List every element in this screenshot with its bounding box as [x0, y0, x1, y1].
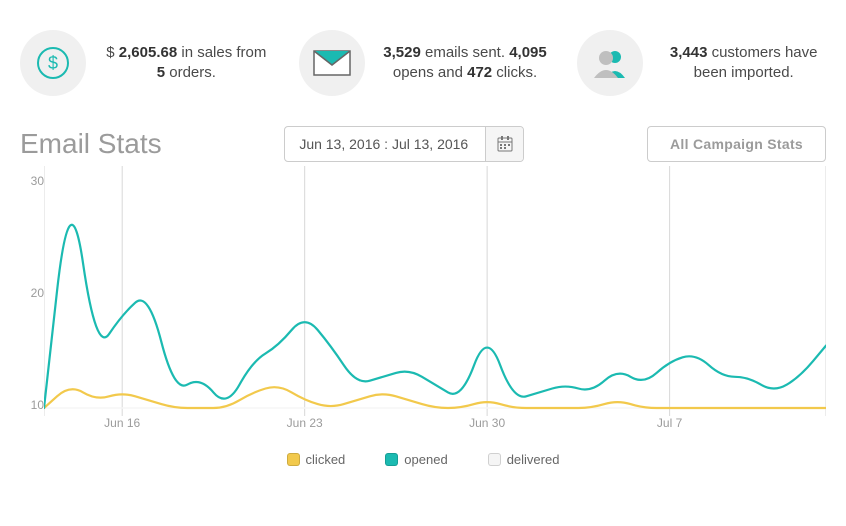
legend-clicked: clicked: [287, 452, 346, 467]
calendar-icon[interactable]: [485, 127, 523, 161]
envelope-icon: [299, 30, 365, 96]
y-axis-labels: 30 20 10: [20, 174, 44, 412]
x-axis-labels: Jun 16Jun 23Jun 30Jul 7: [44, 416, 826, 434]
users-icon: [577, 30, 643, 96]
sales-amount: 2,605.68: [119, 44, 177, 61]
summary-stats: $ $ 2,605.68 in sales from 5 orders. 3,5…: [20, 20, 826, 126]
page-title: Email Stats: [20, 128, 162, 160]
chart-legend: clicked opened delivered: [20, 446, 826, 467]
legend-opened: opened: [385, 452, 447, 467]
svg-text:$: $: [48, 53, 58, 73]
customers-imported: 3,443: [670, 44, 708, 61]
stat-emails: 3,529 emails sent. 4,095 opens and 472 c…: [299, 30, 548, 96]
date-range-picker[interactable]: Jun 13, 2016 : Jul 13, 2016: [284, 126, 524, 162]
emails-sent: 3,529: [383, 44, 421, 61]
date-range-text[interactable]: Jun 13, 2016 : Jul 13, 2016: [285, 127, 485, 161]
all-campaign-stats-button[interactable]: All Campaign Stats: [647, 126, 826, 162]
sales-orders: 5: [157, 64, 165, 81]
stat-customers: 3,443 customers have been imported.: [577, 30, 826, 96]
stat-emails-text: 3,529 emails sent. 4,095 opens and 472 c…: [383, 43, 548, 84]
chart-plot-area: [44, 166, 826, 416]
email-stats-chart: 30 20 10 Jun 16Jun 23Jun 30Jul 7: [20, 166, 826, 446]
stat-sales: $ $ 2,605.68 in sales from 5 orders.: [20, 30, 269, 96]
stat-customers-text: 3,443 customers have been imported.: [661, 43, 826, 84]
emails-clicks: 472: [467, 64, 492, 81]
emails-opens: 4,095: [509, 44, 547, 61]
legend-delivered: delivered: [488, 452, 560, 467]
dollar-icon: $: [20, 30, 86, 96]
stat-sales-text: $ 2,605.68 in sales from 5 orders.: [104, 43, 269, 84]
